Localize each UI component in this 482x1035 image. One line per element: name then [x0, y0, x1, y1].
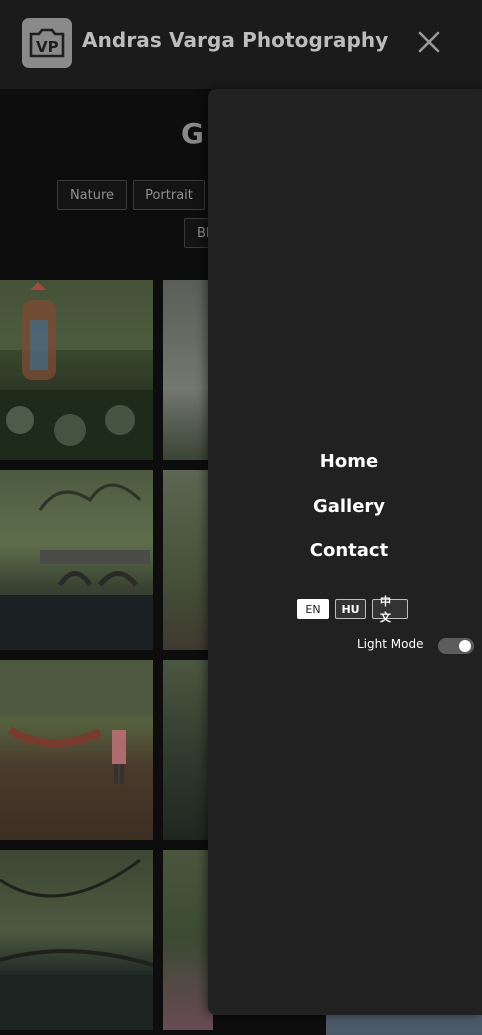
lang-hu-button[interactable]: HU	[335, 599, 366, 619]
close-menu-button[interactable]	[414, 27, 444, 57]
gallery-photo[interactable]	[0, 660, 153, 840]
toggle-knob	[459, 640, 471, 652]
site-title[interactable]: Andras Varga Photography	[82, 28, 388, 52]
svg-text:VP: VP	[36, 38, 59, 56]
filter-portrait[interactable]: Portrait	[133, 180, 205, 210]
logo-icon[interactable]: VP	[22, 18, 72, 68]
light-mode-toggle[interactable]	[438, 638, 474, 654]
filter-nature[interactable]: Nature	[57, 180, 127, 210]
gallery-photo[interactable]	[163, 470, 213, 650]
gallery-photo[interactable]	[0, 280, 153, 460]
gallery-photo[interactable]	[326, 1015, 482, 1035]
nav-home[interactable]: Home	[208, 451, 482, 472]
gallery-photo[interactable]	[163, 660, 213, 840]
lang-zh-button[interactable]: 中文	[372, 595, 408, 624]
gallery-photo[interactable]	[163, 280, 213, 460]
page-heading: G	[181, 117, 204, 150]
nav-contact[interactable]: Contact	[208, 540, 482, 561]
site-header: VP Andras Varga Photography	[0, 0, 482, 89]
nav-drawer: Home Gallery Contact EN HU 中文 Light Mode	[208, 89, 482, 1015]
light-mode-label: Light Mode	[357, 637, 424, 651]
camera-logo-icon: VP	[29, 28, 65, 58]
nav-gallery[interactable]: Gallery	[208, 496, 482, 517]
gallery-photo[interactable]	[0, 850, 153, 1030]
gallery-photo[interactable]	[0, 470, 153, 650]
close-icon	[418, 31, 440, 53]
gallery-photo[interactable]	[163, 850, 213, 1030]
language-switcher: EN HU 中文	[297, 595, 408, 624]
lang-en-button[interactable]: EN	[297, 599, 329, 619]
